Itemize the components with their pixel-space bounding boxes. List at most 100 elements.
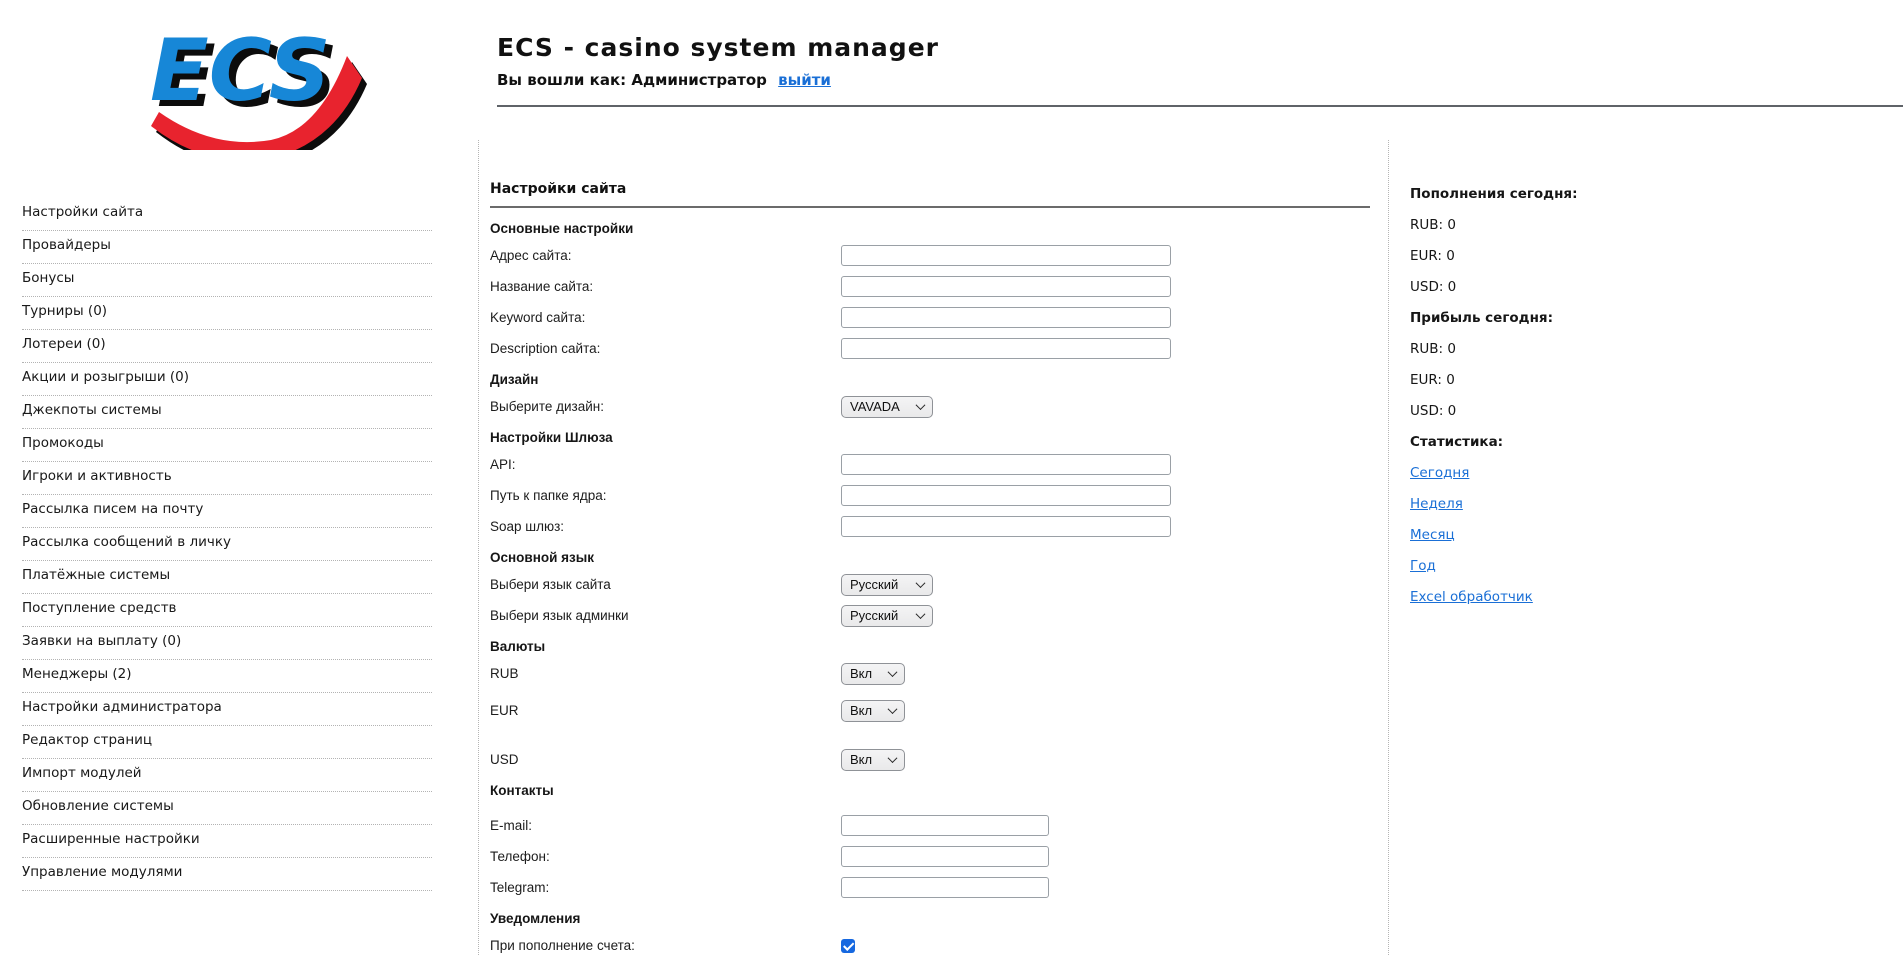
ecs-logo: ECS ECS (150, 21, 367, 150)
logout-link[interactable]: выйти (778, 71, 831, 89)
sidebar-item[interactable]: Настройки сайта (22, 198, 432, 231)
sidebar-main-divider (478, 140, 479, 955)
stats-heading: Пополнения сегодня: (1410, 186, 1578, 202)
usd-select-label: USD (490, 752, 519, 767)
eur-select-value: Вкл (850, 703, 873, 718)
eur-select[interactable]: Вкл (841, 699, 905, 722)
sidebar-item[interactable]: Рассылка писем на почту (22, 495, 432, 528)
form-row: EUR Вкл (490, 699, 1370, 722)
form-row: Description сайта: (490, 338, 1370, 359)
sidebar-item[interactable]: Лотереи (0) (22, 330, 432, 363)
form-row: Keyword сайта: (490, 307, 1370, 328)
sidebar-item[interactable]: Джекпоты системы (22, 396, 432, 429)
sidebar-item[interactable]: Акции и розыгрыши (0) (22, 363, 432, 396)
eur-select-label: EUR (490, 703, 519, 718)
site-language-select-value: Русский (850, 577, 899, 592)
site-address-field[interactable] (841, 245, 1171, 266)
form-row: Выбери язык сайта Русский (490, 573, 1370, 596)
form-row: Телефон: (490, 846, 1370, 867)
sidebar-item[interactable]: Промокоды (22, 429, 432, 462)
design-select[interactable]: VAVADA (841, 395, 933, 418)
admin-language-select[interactable]: Русский (841, 604, 933, 627)
site-keyword-field[interactable] (841, 307, 1171, 328)
site-description-field[interactable] (841, 338, 1171, 359)
section-heading: Дизайн (490, 372, 539, 387)
site-name-field[interactable] (841, 276, 1171, 297)
email-field[interactable] (841, 815, 1049, 836)
form-row: Название сайта: (490, 276, 1370, 297)
sidebar-item[interactable]: Платёжные системы (22, 561, 432, 594)
deposit-notify-checkbox[interactable] (841, 938, 855, 953)
section-heading: Контакты (490, 783, 554, 798)
phone-field-label: Телефон: (490, 849, 550, 864)
usd-select[interactable]: Вкл (841, 748, 905, 771)
settings-title: Настройки сайта (490, 181, 627, 197)
stats-link[interactable]: Excel обработчик (1410, 589, 1533, 605)
check-icon (843, 939, 855, 951)
sidebar-item[interactable]: Импорт модулей (22, 759, 432, 792)
chevron-down-icon (887, 667, 898, 678)
site-language-select[interactable]: Русский (841, 573, 933, 596)
stats-value: USD: 0 (1410, 403, 1457, 419)
stats-heading: Прибыль сегодня: (1410, 310, 1553, 326)
stats-link[interactable]: Год (1410, 558, 1436, 574)
api-field[interactable] (841, 454, 1171, 475)
chevron-down-icon (915, 400, 926, 411)
login-status-text: Вы вошли как: Администратор (497, 71, 767, 89)
main-stats-divider (1388, 140, 1389, 955)
design-select-label: Выберите дизайн: (490, 399, 604, 414)
sidebar-item[interactable]: Редактор страниц (22, 726, 432, 759)
page: ECS ECS ECS - casino system manager Вы в… (0, 0, 1903, 955)
sidebar-item[interactable]: Менеджеры (2) (22, 660, 432, 693)
chevron-down-icon (915, 578, 926, 589)
stats-link-row: Год (1410, 558, 1840, 574)
form-row: Адрес сайта: (490, 245, 1370, 266)
site-language-select-label: Выбери язык сайта (490, 577, 611, 592)
form-row: Telegram: (490, 877, 1370, 898)
design-select-value: VAVADA (850, 399, 900, 414)
sidebar-item[interactable]: Заявки на выплату (0) (22, 627, 432, 660)
sidebar-item[interactable]: Расширенные настройки (22, 825, 432, 858)
stats-link[interactable]: Сегодня (1410, 465, 1469, 481)
rub-select[interactable]: Вкл (841, 662, 905, 685)
sidebar-menu: Настройки сайта Провайдеры Бонусы Турниры (… (22, 198, 432, 891)
header: ECS - casino system manager Вы вошли как… (497, 33, 939, 89)
form-row: Путь к папке ядра: (490, 485, 1370, 506)
admin-language-select-value: Русский (850, 608, 899, 623)
soap-gateway-field-label: Soap шлюз: (490, 519, 565, 534)
form-row: Soap шлюз: (490, 516, 1370, 537)
sidebar-item[interactable]: Поступление средств (22, 594, 432, 627)
telegram-field[interactable] (841, 877, 1049, 898)
api-field-label: API: (490, 457, 516, 472)
section-heading: Уведомления (490, 911, 581, 926)
phone-field[interactable] (841, 846, 1049, 867)
stats-link[interactable]: Месяц (1410, 527, 1455, 543)
sidebar-item[interactable]: Настройки администратора (22, 693, 432, 726)
stats-value: RUB: 0 (1410, 341, 1456, 357)
site-description-field-label: Description сайта: (490, 341, 601, 356)
stats-heading: Статистика: (1410, 434, 1504, 450)
site-address-field-label: Адрес сайта: (490, 248, 572, 263)
soap-gateway-field[interactable] (841, 516, 1171, 537)
header-divider (497, 105, 1903, 107)
sidebar-item[interactable]: Обновление системы (22, 792, 432, 825)
sidebar-item[interactable]: Провайдеры (22, 231, 432, 264)
sidebar-item[interactable]: Игроки и активность (22, 462, 432, 495)
stats-link-row: Excel обработчик (1410, 589, 1840, 605)
stats-value: USD: 0 (1410, 279, 1457, 295)
stats-link[interactable]: Неделя (1410, 496, 1463, 512)
section-heading: Основной язык (490, 550, 595, 565)
sidebar-item[interactable]: Бонусы (22, 264, 432, 297)
sidebar-item[interactable]: Рассылка сообщений в личку (22, 528, 432, 561)
page-title: ECS - casino system manager (497, 33, 939, 62)
chevron-down-icon (915, 609, 926, 620)
form-row: Выбери язык админки Русский (490, 604, 1370, 627)
form-row: RUB Вкл (490, 662, 1370, 685)
section-heading: Настройки Шлюза (490, 430, 613, 445)
stats-link-row: Месяц (1410, 527, 1840, 543)
telegram-field-label: Telegram: (490, 880, 550, 895)
core-path-field[interactable] (841, 485, 1171, 506)
site-keyword-field-label: Keyword сайта: (490, 310, 586, 325)
sidebar-item[interactable]: Управление модулями (22, 858, 432, 891)
sidebar-item[interactable]: Турниры (0) (22, 297, 432, 330)
